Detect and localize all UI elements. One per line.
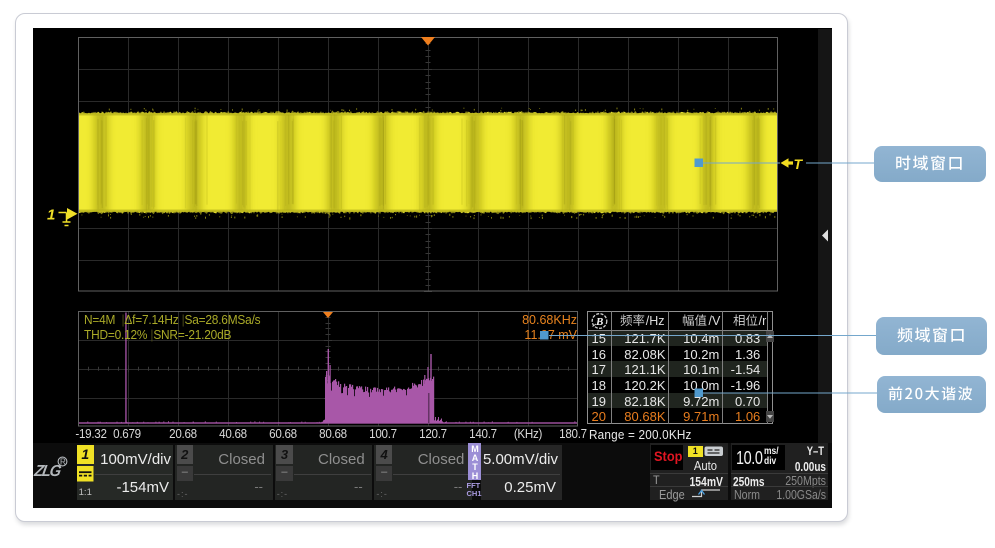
svg-text:R: R	[60, 458, 66, 467]
svg-text:1: 1	[47, 207, 55, 224]
svg-text:T: T	[794, 156, 804, 172]
svg-text:H: H	[471, 471, 478, 480]
